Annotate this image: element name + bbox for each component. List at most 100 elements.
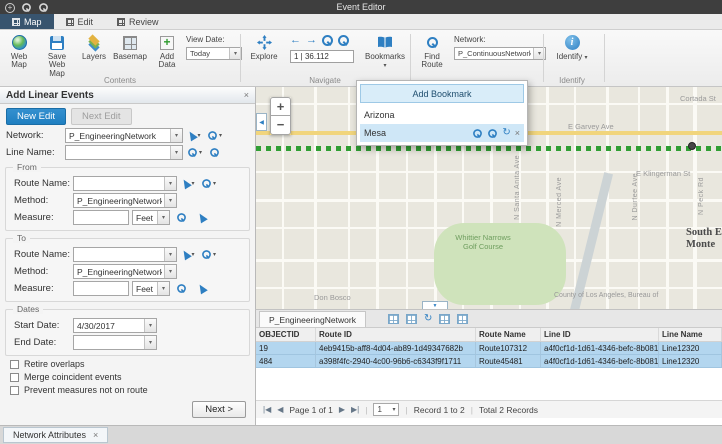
- map-zoom-out-button[interactable]: −: [270, 116, 291, 135]
- previous-extent-icon[interactable]: ←: [290, 35, 301, 46]
- layers-button[interactable]: Layers: [78, 33, 110, 62]
- last-page-button[interactable]: ▶|: [351, 405, 359, 414]
- identify-button[interactable]: i Identify ▾: [550, 33, 594, 62]
- bookmark-zoom-icon[interactable]: [473, 129, 482, 138]
- to-measure-pick-button[interactable]: [173, 281, 190, 296]
- from-route-select[interactable]: ▾: [73, 176, 177, 191]
- dropdown-icon[interactable]: ▾: [585, 55, 588, 61]
- dropdown-icon[interactable]: ▾: [383, 63, 386, 69]
- add-linear-events-panel: Add Linear Events × New Edit Next Edit N…: [0, 87, 256, 425]
- attribute-set-icon[interactable]: [457, 314, 468, 324]
- dropdown-icon[interactable]: ▾: [164, 177, 176, 190]
- scale-input[interactable]: 1 | 36.112: [290, 50, 354, 63]
- first-page-button[interactable]: |◀: [263, 405, 271, 414]
- retire-overlaps-checkbox[interactable]: [10, 360, 19, 369]
- from-measure-input[interactable]: [73, 210, 129, 225]
- bookmark-item-mesa[interactable]: Mesa ↻ ×: [360, 124, 524, 142]
- dropdown-icon[interactable]: ▾: [164, 265, 176, 278]
- to-route-pick-button[interactable]: ▾: [180, 247, 197, 262]
- column-header[interactable]: Route Name: [476, 328, 541, 341]
- from-route-pick-button[interactable]: ▾: [180, 176, 197, 191]
- to-measure-input[interactable]: [73, 281, 129, 296]
- to-route-zoom-button[interactable]: ▾: [200, 247, 217, 262]
- explore-button[interactable]: Explore: [246, 33, 282, 62]
- table-row[interactable]: 484 a398f4fc-2940-4c00-96b6-c6343f9f1711…: [256, 355, 722, 368]
- new-edit-button[interactable]: New Edit: [6, 108, 66, 125]
- to-route-select[interactable]: ▾: [73, 247, 177, 262]
- dropdown-icon[interactable]: ▾: [144, 336, 156, 349]
- save-web-map-button[interactable]: Save Web Map: [38, 33, 76, 79]
- prevent-measures-checkbox[interactable]: [10, 386, 19, 395]
- refresh-icon[interactable]: ↻: [424, 314, 432, 324]
- from-measure-pick-button[interactable]: [173, 210, 190, 225]
- close-icon[interactable]: ×: [93, 431, 98, 440]
- to-method-select[interactable]: P_EngineeringNetwork ▾: [73, 264, 177, 279]
- table-row[interactable]: 19 4eb9415b-aff8-4d04-ab89-1d49347682b R…: [256, 342, 722, 355]
- tab-map[interactable]: Map: [0, 14, 54, 29]
- panel-collapse-button[interactable]: ◀: [256, 113, 267, 131]
- find-route-button[interactable]: Find Route: [416, 33, 448, 71]
- zoom-in-tool-icon[interactable]: [322, 35, 333, 46]
- previous-page-button[interactable]: ◀: [277, 405, 283, 414]
- from-unit-select[interactable]: Feet ▾: [132, 210, 170, 225]
- method-label: Method:: [14, 195, 70, 206]
- next-edit-button[interactable]: Next Edit: [71, 108, 132, 125]
- page-number-select[interactable]: 1 ▾: [373, 403, 399, 416]
- panel-close-icon[interactable]: ×: [244, 91, 249, 100]
- bookmark-item-arizona[interactable]: Arizona: [360, 106, 524, 124]
- show-selected-records-icon[interactable]: [388, 314, 399, 324]
- tab-edit[interactable]: Edit: [54, 14, 106, 29]
- network-select[interactable]: P_ContinuousNetwork ▾: [454, 47, 546, 60]
- view-date-select[interactable]: Today ▾: [186, 47, 242, 60]
- dropdown-icon[interactable]: ▾: [164, 248, 176, 261]
- column-header[interactable]: OBJECTID: [256, 328, 316, 341]
- bookmark-pan-icon[interactable]: [488, 129, 497, 138]
- dropdown-icon[interactable]: ▾: [144, 319, 156, 332]
- column-header[interactable]: Route ID: [316, 328, 476, 341]
- bookmarks-button[interactable]: Bookmarks ▾: [362, 33, 408, 71]
- map-attribution: County of Los Angeles, Bureau of: [554, 292, 658, 299]
- network-zoom-button[interactable]: ▾: [206, 128, 223, 143]
- dropdown-icon[interactable]: ▾: [157, 211, 169, 224]
- extent-navigation: ← → 1 | 36.112: [290, 35, 354, 63]
- start-date-picker[interactable]: 4/30/2017 ▾: [73, 318, 157, 333]
- attribute-tab-engineering-network[interactable]: P_EngineeringNetwork: [259, 311, 366, 327]
- dropdown-icon[interactable]: ▾: [164, 194, 176, 207]
- from-measure-select-button[interactable]: [193, 210, 210, 225]
- merge-coincident-checkbox[interactable]: [10, 373, 19, 382]
- column-header[interactable]: Line Name: [659, 328, 722, 341]
- from-method-select[interactable]: P_EngineeringNetwork ▾: [73, 193, 177, 208]
- bookmark-delete-icon[interactable]: ×: [515, 129, 520, 138]
- export-records-icon[interactable]: [439, 314, 450, 324]
- from-route-zoom-button[interactable]: ▾: [200, 176, 217, 191]
- line-zoom-button[interactable]: ▾: [186, 145, 203, 160]
- zoom-out-tool-icon[interactable]: [338, 35, 349, 46]
- tab-review[interactable]: Review: [105, 14, 171, 29]
- attribute-table-panel: P_EngineeringNetwork ↻ OBJECTID Route ID…: [255, 309, 722, 425]
- next-page-button[interactable]: ▶: [339, 405, 345, 414]
- basemap-button[interactable]: Basemap: [112, 33, 148, 62]
- web-map-button[interactable]: Web Map: [2, 33, 36, 71]
- end-date-picker[interactable]: ▾: [73, 335, 157, 350]
- to-unit-select[interactable]: Feet ▾: [132, 281, 170, 296]
- to-group: To Route Name: ▾ ▾ ▾ Method: P_Engineeri…: [5, 238, 250, 302]
- column-header[interactable]: Line ID: [541, 328, 659, 341]
- to-measure-select-button[interactable]: [193, 281, 210, 296]
- dropdown-icon[interactable]: ▾: [170, 146, 182, 159]
- next-button[interactable]: Next >: [192, 401, 246, 418]
- clear-selection-icon[interactable]: [406, 314, 417, 324]
- dropdown-icon[interactable]: ▾: [157, 282, 169, 295]
- network-select[interactable]: P_EngineeringNetwork ▾: [65, 128, 183, 143]
- map-zoom-in-button[interactable]: +: [270, 97, 291, 116]
- add-data-button[interactable]: + Add Data: [150, 33, 184, 71]
- next-extent-icon[interactable]: →: [306, 35, 317, 46]
- bookmark-refresh-icon[interactable]: ↻: [502, 128, 510, 138]
- network-pick-on-map-button[interactable]: ▾: [186, 128, 203, 143]
- dropdown-icon[interactable]: ▾: [170, 129, 182, 142]
- line-name-select[interactable]: ▾: [65, 145, 183, 160]
- network-attributes-tab[interactable]: Network Attributes ×: [3, 427, 108, 443]
- line-search-button[interactable]: [206, 145, 223, 160]
- table-collapse-button[interactable]: ▼: [422, 301, 448, 309]
- add-bookmark-button[interactable]: Add Bookmark: [360, 84, 524, 103]
- view-date-value: Today: [190, 49, 210, 58]
